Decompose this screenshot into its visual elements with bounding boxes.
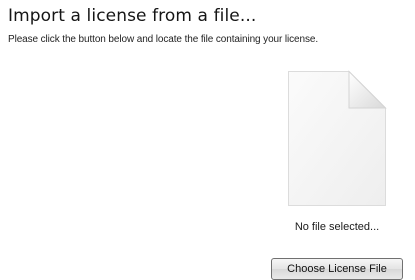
instruction-text: Please click the button below and locate… <box>8 34 319 45</box>
page-title: Import a license from a file... <box>8 6 257 26</box>
choose-license-file-button[interactable]: Choose License File <box>271 258 403 280</box>
file-status-text: No file selected... <box>294 221 380 233</box>
blank-document-icon <box>288 70 387 206</box>
